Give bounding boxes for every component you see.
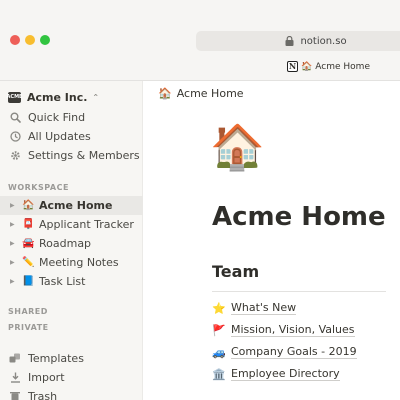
sidebar-page-roadmap[interactable]: ▶ 🚘 Roadmap (0, 234, 143, 253)
sidebar-page-applicant-tracker[interactable]: ▶ 📮 Applicant Tracker (0, 215, 143, 234)
page-link-whats-new[interactable]: ⭐ What's New (212, 299, 297, 317)
browser-chrome: notion.so N 🏠 Acme Home (0, 0, 400, 81)
pencil-icon: ✏️ (22, 257, 35, 268)
page-label: Applicant Tracker (39, 218, 134, 231)
breadcrumb[interactable]: 🏠 Acme Home (158, 87, 244, 100)
sidebar: ACME Acme Inc. ⌃ Quick Find All Updates … (0, 81, 143, 400)
flag-icon: 🚩 (212, 323, 226, 337)
expand-triangle-icon[interactable]: ▶ (10, 259, 18, 266)
tab-title: Acme Home (315, 61, 370, 72)
url-text: notion.so (300, 35, 347, 47)
page-link-company-goals[interactable]: 🚙 Company Goals - 2019 (212, 343, 357, 361)
minimize-window-button[interactable] (25, 35, 35, 45)
page-label: Task List (39, 275, 86, 288)
nav-label: Quick Find (28, 111, 86, 124)
search-icon (9, 112, 21, 123)
section-shared-label: SHARED (8, 307, 48, 316)
nav-label: All Updates (28, 130, 91, 143)
page-link-label: Mission, Vision, Values (231, 323, 355, 337)
section-workspace-label: WORKSPACE (8, 183, 69, 192)
nav-all-updates[interactable]: All Updates (0, 127, 143, 146)
car-icon: 🚘 (22, 238, 35, 249)
sidebar-page-acme-home[interactable]: ▶ 🏠 Acme Home (0, 196, 143, 215)
lock-icon (285, 36, 294, 46)
book-icon: 📘 (22, 276, 35, 287)
star-icon: ⭐ (212, 301, 226, 315)
page-icon[interactable]: 🏠 (210, 123, 265, 173)
page-content: 🏠 Acme Home 🏠 Acme Home Team ⭐ What's Ne… (144, 81, 400, 400)
page-link-employee-directory[interactable]: 🏛️ Employee Directory (212, 365, 340, 383)
house-icon: 🏠 (22, 200, 35, 211)
divider (212, 291, 386, 292)
section-private-label: PRIVATE (8, 323, 49, 332)
breadcrumb-label: Acme Home (176, 87, 244, 100)
sidebar-page-task-list[interactable]: ▶ 📘 Task List (0, 272, 143, 291)
gear-icon (9, 150, 21, 161)
house-icon: 🏠 (158, 87, 172, 100)
notion-logo-icon: N (287, 61, 299, 72)
nav-label: Templates (28, 352, 84, 365)
workspace-logo-icon: ACME (7, 91, 22, 103)
page-label: Meeting Notes (39, 256, 119, 269)
page-label: Acme Home (39, 199, 113, 212)
page-title[interactable]: Acme Home (212, 202, 386, 232)
building-icon: 🏛️ (212, 367, 226, 381)
nav-import[interactable]: Import (0, 368, 143, 387)
expand-triangle-icon[interactable]: ▶ (10, 240, 18, 247)
section-heading[interactable]: Team (212, 262, 259, 281)
workspace-name: Acme Inc. (27, 90, 88, 104)
zoom-window-button[interactable] (40, 35, 50, 45)
workspace-switcher[interactable]: ACME Acme Inc. ⌃ (7, 87, 100, 107)
nav-settings-members[interactable]: Settings & Members (0, 146, 143, 165)
nav-label: Settings & Members (28, 149, 140, 162)
trash-icon (9, 391, 21, 400)
nav-quick-find[interactable]: Quick Find (0, 108, 143, 127)
page-link-label: Employee Directory (231, 367, 340, 381)
page-link-mission[interactable]: 🚩 Mission, Vision, Values (212, 321, 355, 339)
close-window-button[interactable] (10, 35, 20, 45)
page-link-label: Company Goals - 2019 (231, 345, 357, 359)
nav-label: Import (28, 371, 65, 384)
car-icon: 🚙 (212, 345, 226, 359)
tab-page-icon: 🏠 (301, 61, 313, 72)
expand-triangle-icon[interactable]: ▶ (10, 278, 18, 285)
page-label: Roadmap (39, 237, 92, 250)
chevron-updown-icon: ⌃ (92, 92, 100, 102)
nav-templates[interactable]: Templates (0, 349, 143, 368)
import-icon (9, 372, 21, 383)
templates-icon (9, 353, 21, 364)
sidebar-page-meeting-notes[interactable]: ▶ ✏️ Meeting Notes (0, 253, 143, 272)
postbox-icon: 📮 (22, 219, 35, 230)
nav-trash[interactable]: Trash (0, 387, 143, 400)
browser-tab[interactable]: N 🏠 Acme Home (287, 61, 370, 72)
clock-icon (9, 131, 21, 142)
address-bar[interactable]: notion.so (196, 31, 400, 51)
expand-triangle-icon[interactable]: ▶ (10, 202, 18, 209)
page-link-label: What's New (231, 301, 297, 315)
expand-triangle-icon[interactable]: ▶ (10, 221, 18, 228)
nav-label: Trash (28, 390, 58, 400)
